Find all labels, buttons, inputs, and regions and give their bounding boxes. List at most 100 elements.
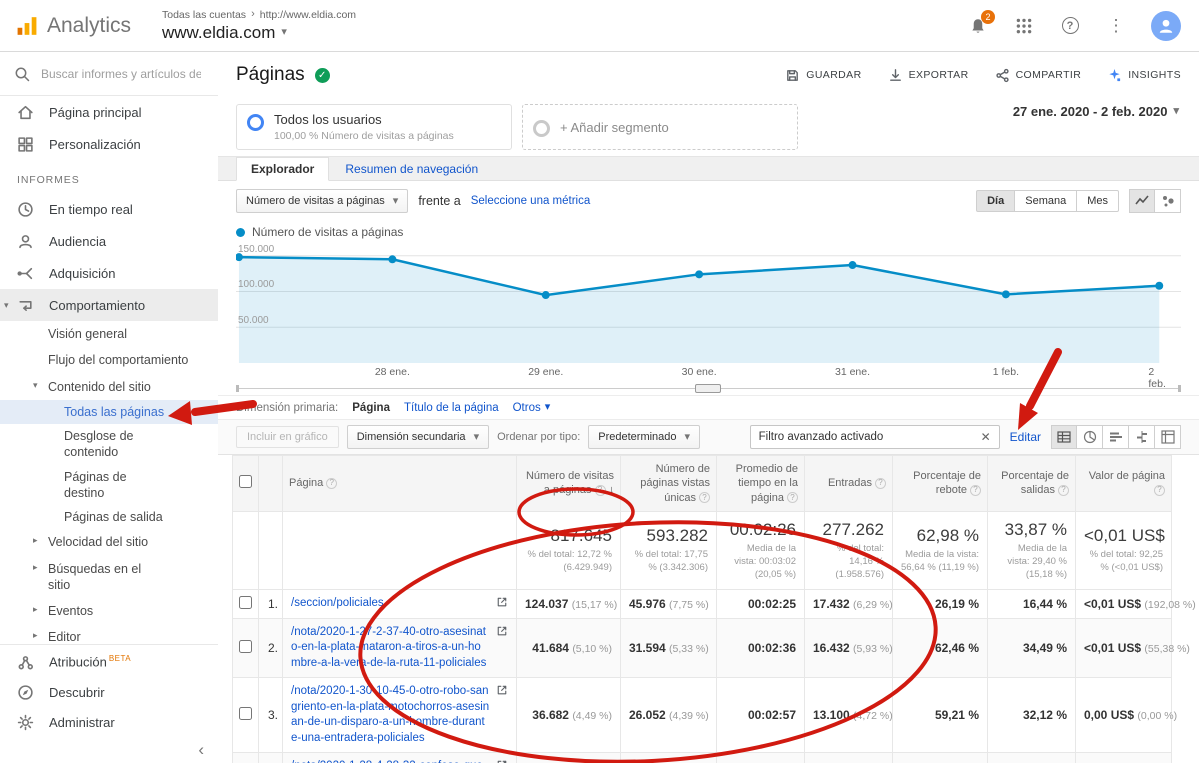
column-header-exit-rate[interactable]: Porcentaje de salidas? [988,456,1076,512]
sidebar-item-behavior-overview[interactable]: Visión general [0,321,218,347]
sidebar-item-content-drilldown[interactable]: Desglose de contenido [0,424,218,465]
sidebar-item-site-speed[interactable]: ▸ Velocidad del sitio [0,529,218,555]
sidebar-item-behavior-flow[interactable]: Flujo del comportamiento [0,347,218,373]
sort-type-dropdown[interactable]: Predeterminado ▾ [588,425,700,449]
segment-all-users[interactable]: Todos los usuarios 100,00 % Número de vi… [236,104,512,150]
advanced-filter-box[interactable]: Filtro avanzado activado ✕ [750,425,1000,449]
granularity-week-button[interactable]: Semana [1015,190,1077,212]
caret-right-icon: ▸ [33,535,38,547]
edit-filter-link[interactable]: Editar [1010,430,1041,444]
user-avatar[interactable] [1151,11,1181,41]
chart-scrollbar[interactable] [236,383,1181,395]
sidebar-item-site-search[interactable]: ▸ Búsquedas en el sitio [0,556,218,599]
breadcrumb-property[interactable]: http://www.eldia.com [260,9,356,21]
more-menu-button[interactable]: ⋮ [1105,15,1127,37]
dimension-other[interactable]: Otros ▾ [513,402,551,414]
analytics-logo[interactable]: Analytics [0,14,140,38]
totals-entrances: 277.262% del total: 14,16 % (1.958.576) [805,511,893,589]
column-header-pageviews[interactable]: Número de visitas a páginas?↓ [517,456,621,512]
data-point[interactable] [388,255,396,263]
report-actions: GUARDAR EXPORTAR COMPARTIR [785,68,1181,83]
sidebar-search[interactable] [0,52,218,96]
close-icon[interactable]: ✕ [981,430,991,444]
select-all-checkbox[interactable] [239,475,252,488]
metric-selector-dropdown[interactable]: Número de visitas a páginas ▾ [236,189,408,213]
page-link[interactable]: /nota/2020-1-27-2-37-40-otro-asesinato-e… [291,625,490,672]
column-header-entrances[interactable]: Entradas? [805,456,893,512]
plot-rows-button[interactable]: Incluir en gráfico [236,426,339,448]
row-checkbox[interactable] [239,596,252,609]
external-link-icon[interactable] [496,759,508,763]
table-row[interactable]: 4. /nota/2020-1-28-4-28-32-confeso-que-m… [233,753,1172,763]
secondary-dimension-dropdown[interactable]: Dimensión secundaria ▾ [347,425,489,449]
sidebar-item-home[interactable]: Página principal [0,96,218,128]
sidebar-item-customization[interactable]: Personalización [0,128,218,160]
column-header-page-value[interactable]: Valor de página? [1076,456,1172,512]
breadcrumb[interactable]: Todas las cuentas › http://www.eldia.com [162,9,356,21]
sidebar-item-discover[interactable]: Descubrir [0,677,218,707]
help-button[interactable]: ? [1059,15,1081,37]
table-row[interactable]: 1. /seccion/policiales 124.037 (15,17 %)… [233,590,1172,619]
sidebar-item-behavior[interactable]: ▾ Comportamiento [0,289,218,321]
granularity-day-button[interactable]: Día [976,190,1015,212]
data-point[interactable] [849,261,857,269]
row-checkbox[interactable] [239,640,252,653]
sidebar-item-landing-pages[interactable]: Páginas de destino [0,465,218,506]
save-button[interactable]: GUARDAR [785,68,861,83]
sidebar-item-realtime[interactable]: En tiempo real [0,193,218,225]
apps-grid-icon [1015,17,1033,35]
external-link-icon[interactable] [496,596,508,608]
table-row[interactable]: 2. /nota/2020-1-27-2-37-40-otro-asesinat… [233,618,1172,678]
pivot-view-button[interactable] [1155,425,1181,449]
motion-chart-type-button[interactable] [1155,189,1181,213]
column-header-avg-time[interactable]: Promedio de tiempo en la página? [717,456,805,512]
date-range-selector[interactable]: 27 ene. 2020 - 2 feb. 2020 ▾ [1013,104,1179,119]
sidebar-collapse-button[interactable]: ‹ [0,737,218,763]
sidebar-item-audience[interactable]: Audiencia [0,225,218,257]
comparison-view-button[interactable] [1129,425,1155,449]
data-point[interactable] [695,270,703,278]
row-checkbox[interactable] [239,707,252,720]
page-link[interactable]: /nota/2020-1-28-4-28-32-confeso-que-mato… [291,759,490,763]
sidebar-item-acquisition[interactable]: Adquisición [0,257,218,289]
external-link-icon[interactable] [496,625,508,637]
page-link[interactable]: /seccion/policiales [291,596,490,612]
sidebar-item-all-pages[interactable]: Todas las páginas [0,400,218,424]
data-point[interactable] [1002,290,1010,298]
data-table-view-button[interactable] [1051,425,1077,449]
external-link-icon[interactable] [496,684,508,696]
add-segment-button[interactable]: + Añadir segmento [522,104,798,150]
tab-explorer[interactable]: Explorador [236,157,329,181]
granularity-month-button[interactable]: Mes [1077,190,1119,212]
search-input[interactable] [41,67,201,81]
share-button[interactable]: COMPARTIR [995,68,1082,83]
select-metric-link[interactable]: Seleccione una métrica [471,195,591,207]
sidebar-item-events[interactable]: ▸ Eventos [0,598,218,624]
export-button[interactable]: EXPORTAR [888,68,969,83]
scrollbar-left-end [236,385,239,392]
sidebar-item-admin[interactable]: Administrar [0,707,218,737]
account-selector[interactable]: www.eldia.com ▾ [162,23,356,43]
tab-navigation-summary[interactable]: Resumen de navegación [331,158,492,180]
breadcrumb-root[interactable]: Todas las cuentas [162,9,246,21]
column-header-unique-pageviews[interactable]: Número de páginas vistas únicas? [621,456,717,512]
performance-view-button[interactable] [1103,425,1129,449]
data-point[interactable] [1155,282,1163,290]
table-row[interactable]: 3. /nota/2020-1-30-10-45-0-otro-robo-san… [233,678,1172,753]
data-point[interactable] [542,291,550,299]
page-link[interactable]: /nota/2020-1-30-10-45-0-otro-robo-sangri… [291,684,490,746]
line-chart-type-button[interactable] [1129,189,1155,213]
percentage-view-button[interactable] [1077,425,1103,449]
apps-grid-button[interactable] [1013,15,1035,37]
column-header-bounce-rate[interactable]: Porcentaje de rebote? [893,456,988,512]
notifications-button[interactable]: 2 [967,15,989,37]
scrollbar-handle[interactable] [695,384,721,393]
dimension-page[interactable]: Página [352,402,390,414]
column-header-page[interactable]: Página? [283,456,517,512]
dimension-page-title[interactable]: Título de la página [404,402,499,414]
insights-button[interactable]: INSIGHTS [1107,68,1181,83]
timeline-plot[interactable]: 50.000100.000150.000 [236,245,1181,363]
sidebar-item-site-content[interactable]: ▾ Contenido del sitio [0,374,218,400]
sidebar-item-exit-pages[interactable]: Páginas de salida [0,505,218,529]
sidebar-item-attribution[interactable]: AtribuciónBETA [0,647,218,677]
